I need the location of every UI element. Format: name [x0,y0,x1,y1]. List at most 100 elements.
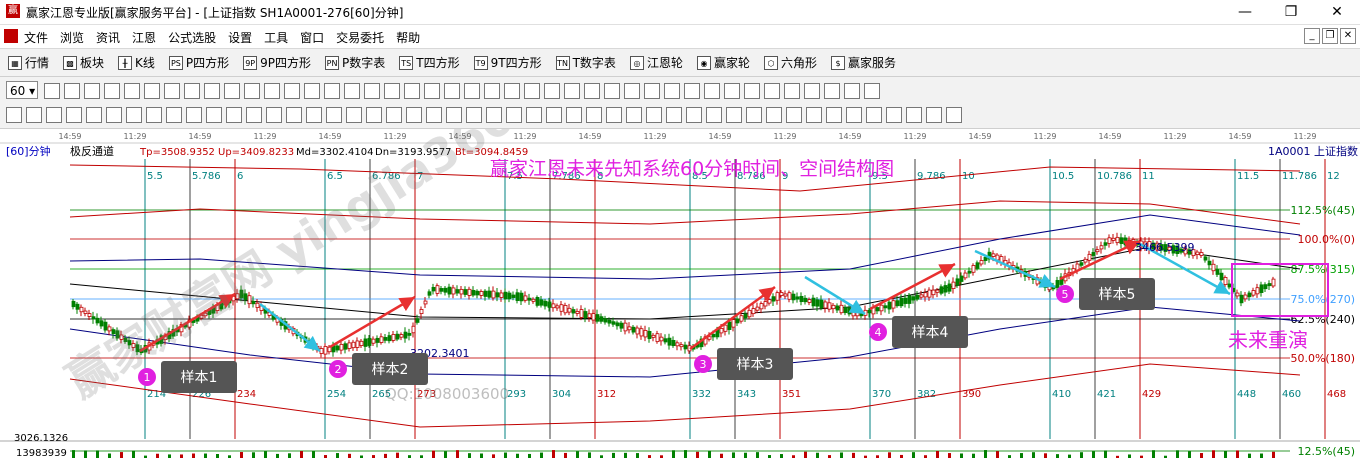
tool-icon[interactable] [644,83,660,99]
tool-icon[interactable] [806,107,822,123]
tool-icon[interactable] [646,107,662,123]
tool-icon[interactable] [426,107,442,123]
menu-item[interactable]: 工具 [264,29,288,46]
tool-icon[interactable] [704,83,720,99]
tool-icon[interactable] [104,83,120,99]
menu-item[interactable]: 资讯 [96,29,120,46]
tool-icon[interactable] [866,107,882,123]
tool-icon[interactable] [444,83,460,99]
tool-icon[interactable] [124,83,140,99]
tool-icon[interactable] [326,107,342,123]
tool-icon[interactable] [566,107,582,123]
tool-icon[interactable] [684,83,700,99]
toolbar-button[interactable]: PN P数字表 [325,54,385,71]
toolbar-button[interactable]: ▩ 板块 [63,54,104,71]
tool-icon[interactable] [946,107,962,123]
tool-icon[interactable] [466,107,482,123]
minimize-button[interactable]: — [1222,0,1268,24]
tool-icon[interactable] [284,83,300,99]
toolbar-button[interactable]: 9P 9P四方形 [243,54,311,71]
tool-icon[interactable] [106,107,122,123]
tool-icon[interactable] [364,83,380,99]
tool-icon[interactable] [484,83,500,99]
toolbar-button[interactable]: ▦ 行情 [8,54,49,71]
mdi-close-button[interactable]: ✕ [1340,28,1356,44]
tool-icon[interactable] [286,107,302,123]
tool-icon[interactable] [366,107,382,123]
tool-icon[interactable] [6,107,22,123]
tool-icon[interactable] [504,83,520,99]
menu-item[interactable]: 公式选股 [168,29,216,46]
tool-icon[interactable] [486,107,502,123]
toolbar-button[interactable]: PS P四方形 [168,54,229,71]
tool-icon[interactable] [686,107,702,123]
tool-icon[interactable] [826,107,842,123]
toolbar-button[interactable]: $ 赢家服务 [830,54,896,71]
tool-icon[interactable] [846,107,862,123]
tool-icon[interactable] [764,83,780,99]
tool-icon[interactable] [624,83,640,99]
menu-item[interactable]: 浏览 [60,29,84,46]
menu-item[interactable]: 文件 [24,29,48,46]
tool-icon[interactable] [446,107,462,123]
tool-icon[interactable] [906,107,922,123]
tool-icon[interactable] [304,83,320,99]
restore-button[interactable]: ❐ [1268,0,1314,24]
tool-icon[interactable] [564,83,580,99]
tool-icon[interactable] [606,107,622,123]
tool-icon[interactable] [786,107,802,123]
tool-icon[interactable] [144,83,160,99]
tool-icon[interactable] [224,83,240,99]
toolbar-button[interactable]: ◎ 江恩轮 [629,54,683,71]
tool-icon[interactable] [886,107,902,123]
tool-icon[interactable] [744,83,760,99]
menu-item[interactable]: 江恩 [132,29,156,46]
tool-icon[interactable] [264,83,280,99]
menu-item[interactable]: 帮助 [396,29,420,46]
tool-icon[interactable] [306,107,322,123]
mdi-restore-button[interactable]: ❐ [1322,28,1338,44]
tool-icon[interactable] [424,83,440,99]
app-menu-icon[interactable] [4,29,18,43]
tool-icon[interactable] [206,107,222,123]
tool-icon[interactable] [126,107,142,123]
toolbar-button[interactable]: ⬡ 六角形 [763,54,817,71]
tool-icon[interactable] [146,107,162,123]
tool-icon[interactable] [586,107,602,123]
tool-icon[interactable] [66,107,82,123]
tool-icon[interactable] [926,107,942,123]
tool-icon[interactable] [526,107,542,123]
tool-icon[interactable] [186,107,202,123]
tool-icon[interactable] [784,83,800,99]
tool-icon[interactable] [384,83,400,99]
tool-icon[interactable] [324,83,340,99]
tool-icon[interactable] [666,107,682,123]
tool-icon[interactable] [266,107,282,123]
mdi-minimize-button[interactable]: _ [1304,28,1320,44]
tool-icon[interactable] [246,107,262,123]
tool-icon[interactable] [626,107,642,123]
tool-icon[interactable] [44,83,60,99]
tool-icon[interactable] [824,83,840,99]
menu-item[interactable]: 设置 [228,29,252,46]
tool-icon[interactable] [26,107,42,123]
chart-area[interactable]: 14:59 11:29 14:59 11:29 14:59 11:29 14:59 11:29… [0,129,1360,458]
tool-icon[interactable] [804,83,820,99]
tool-icon[interactable] [766,107,782,123]
tool-icon[interactable] [746,107,762,123]
tool-icon[interactable] [166,107,182,123]
tool-icon[interactable] [344,83,360,99]
tool-icon[interactable] [184,83,200,99]
tool-icon[interactable] [164,83,180,99]
menu-item[interactable]: 交易委托 [336,29,384,46]
tool-icon[interactable] [64,83,80,99]
tool-icon[interactable] [524,83,540,99]
tool-icon[interactable] [604,83,620,99]
tool-icon[interactable] [724,83,740,99]
tool-icon[interactable] [864,83,880,99]
tool-icon[interactable] [844,83,860,99]
tool-icon[interactable] [464,83,480,99]
tool-icon[interactable] [84,83,100,99]
tool-icon[interactable] [546,107,562,123]
menu-item[interactable]: 窗口 [300,29,324,46]
